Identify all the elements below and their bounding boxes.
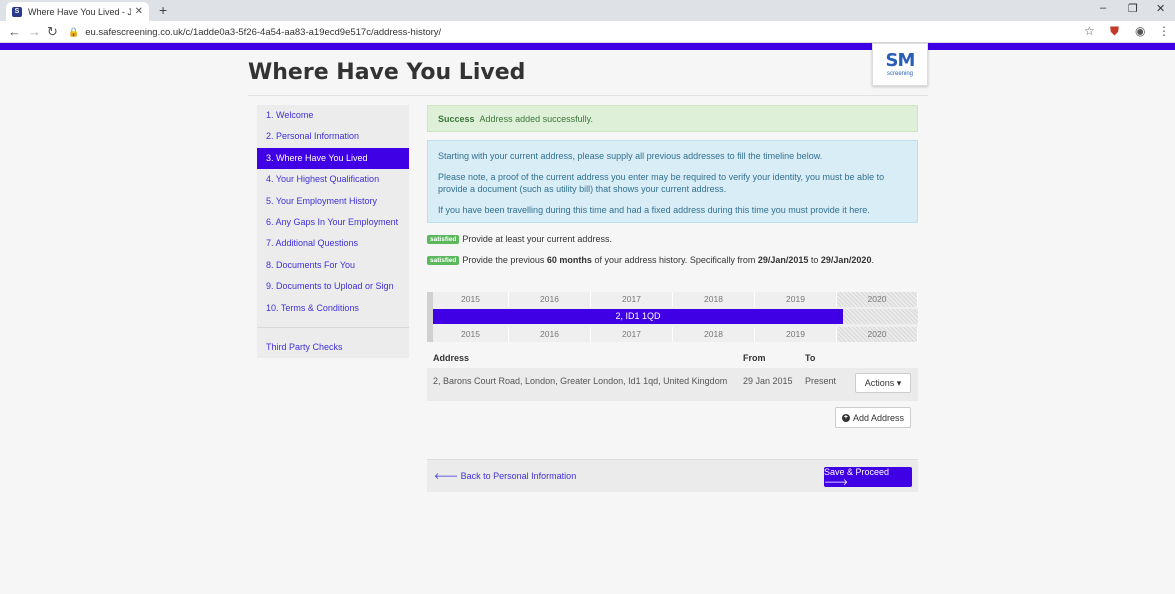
save-and-proceed-button[interactable]: Save & Proceed 🡒	[824, 467, 912, 487]
timeline-year: 2017	[591, 327, 673, 342]
browser-tab-bar: S Where Have You Lived - John Do ✕ + – ❐…	[0, 0, 1175, 21]
tab-close-icon[interactable]: ✕	[135, 6, 143, 17]
address-bar[interactable]: 🔒 eu.safescreening.co.uk/c/1adde0a3-5f26…	[68, 23, 1100, 41]
sidebar-item-where-have-you-lived[interactable]: 3. Where Have You Lived	[257, 148, 409, 169]
reload-icon[interactable]: ↻	[47, 24, 58, 40]
info-alert: Starting with your current address, plea…	[427, 140, 918, 223]
timeline-years-bottom: 2015 2016 2017 2018 2019 2020	[433, 327, 918, 342]
title-divider	[248, 95, 928, 96]
info-paragraph-1: Starting with your current address, plea…	[438, 151, 823, 161]
add-address-label: Add Address	[852, 412, 905, 423]
requirement-current-address: satisfied Provide at least your current …	[427, 234, 612, 244]
top-brand-bar	[0, 43, 1175, 50]
address-table-header: Address From To	[427, 348, 918, 368]
success-alert-title: Success	[438, 114, 475, 124]
timeline-year: 2019	[755, 327, 837, 342]
timeline-year: 2016	[509, 327, 591, 342]
sidebar-item-welcome[interactable]: 1. Welcome	[257, 105, 409, 126]
profile-icon[interactable]: ◉	[1135, 24, 1145, 38]
requirement-text: Provide the previous 60 months of your a…	[462, 255, 874, 265]
browser-tab[interactable]: S Where Have You Lived - John Do ✕	[6, 2, 149, 21]
back-to-personal-information-link[interactable]: 🡐 Back to Personal Information	[434, 460, 576, 493]
site-favicon-icon: S	[12, 6, 22, 17]
bookmark-star-icon[interactable]: ☆	[1084, 24, 1095, 38]
timeline-year: 2016	[509, 292, 591, 307]
back-arrow-icon[interactable]: ←	[8, 24, 21, 39]
timeline-year: 2020	[837, 292, 918, 307]
plus-circle-icon: +	[841, 413, 850, 422]
success-alert: Success Address added successfully.	[427, 105, 918, 132]
logo-mark: SM	[885, 50, 916, 71]
sidebar-item-highest-qualification[interactable]: 4. Your Highest Qualification	[257, 169, 409, 190]
row-from: 29 Jan 2015	[743, 376, 793, 386]
satisfied-badge: satisfied	[427, 234, 460, 244]
browser-toolbar: ← → ↻ 🔒 eu.safescreening.co.uk/c/1adde0a…	[0, 21, 1175, 43]
actions-dropdown-button[interactable]: Actions ▾	[855, 373, 911, 393]
sidebar-item-employment-gaps[interactable]: 6. Any Gaps In Your Employment	[257, 212, 409, 233]
timeline-year: 2015	[433, 327, 509, 342]
info-paragraph-2: Please note, a proof of the current addr…	[438, 172, 885, 194]
sidebar-item-additional-questions[interactable]: 7. Additional Questions	[257, 233, 409, 254]
page-title: Where Have You Lived	[248, 60, 526, 85]
timeline-year: 2018	[673, 292, 755, 307]
address-timeline: 2015 2016 2017 2018 2019 2020 2, ID1 1QD…	[427, 292, 918, 342]
row-address: 2, Barons Court Road, London, Greater Lo…	[433, 376, 728, 386]
sidebar-item-third-party-checks[interactable]: Third Party Checks	[257, 337, 409, 358]
sidebar-divider	[257, 327, 409, 328]
column-from: From	[743, 353, 766, 363]
row-to: Present	[805, 376, 837, 386]
forward-arrow-icon[interactable]: →	[28, 24, 41, 39]
timeline-year: 2017	[591, 292, 673, 307]
browser-menu-icon[interactable]: ⋮	[1158, 24, 1170, 38]
restore-button[interactable]: ❐	[1128, 2, 1138, 15]
sidebar-item-terms-conditions[interactable]: 10. Terms & Conditions	[257, 298, 409, 319]
info-paragraph-3: If you have been travelling during this …	[438, 205, 870, 215]
table-row: 2, Barons Court Road, London, Greater Lo…	[427, 368, 918, 401]
sidebar-nav: 1. Welcome 2. Personal Information 3. Wh…	[257, 105, 409, 358]
new-tab-button[interactable]: +	[159, 2, 167, 18]
timeline-years-top: 2015 2016 2017 2018 2019 2020	[433, 292, 918, 307]
company-logo: SM screening	[872, 43, 928, 86]
minimize-button[interactable]: –	[1100, 2, 1106, 14]
form-footer: 🡐 Back to Personal Information Save & Pr…	[427, 459, 918, 492]
timeline-address-bar[interactable]: 2, ID1 1QD	[433, 309, 843, 324]
requirement-address-history: satisfied Provide the previous 60 months…	[427, 255, 874, 265]
column-to: To	[805, 353, 816, 363]
logo-subtitle: screening	[886, 71, 913, 77]
sidebar-item-employment-history[interactable]: 5. Your Employment History	[257, 191, 409, 212]
sidebar-item-personal-information[interactable]: 2. Personal Information	[257, 126, 409, 147]
url-text: eu.safescreening.co.uk/c/1adde0a3-5f26-4…	[85, 26, 442, 38]
sidebar-item-documents-for-you[interactable]: 8. Documents For You	[257, 255, 409, 276]
satisfied-badge: satisfied	[427, 255, 460, 265]
success-alert-text: Address added successfully.	[479, 114, 593, 124]
timeline-year: 2020	[837, 327, 918, 342]
sidebar-item-documents-upload-sign[interactable]: 9. Documents to Upload or Sign	[257, 276, 409, 297]
timeline-year: 2019	[755, 292, 837, 307]
tab-title: Where Have You Lived - John Do	[28, 6, 131, 17]
add-address-button[interactable]: + Add Address	[835, 407, 911, 428]
timeline-year: 2015	[433, 292, 509, 307]
timeline-year: 2018	[673, 327, 755, 342]
column-address: Address	[433, 353, 470, 363]
requirement-text: Provide at least your current address.	[462, 234, 612, 244]
lock-icon: 🔒	[68, 26, 80, 37]
extension-icon[interactable]: ⛊	[1110, 24, 1119, 39]
close-window-button[interactable]: ✕	[1156, 2, 1165, 15]
